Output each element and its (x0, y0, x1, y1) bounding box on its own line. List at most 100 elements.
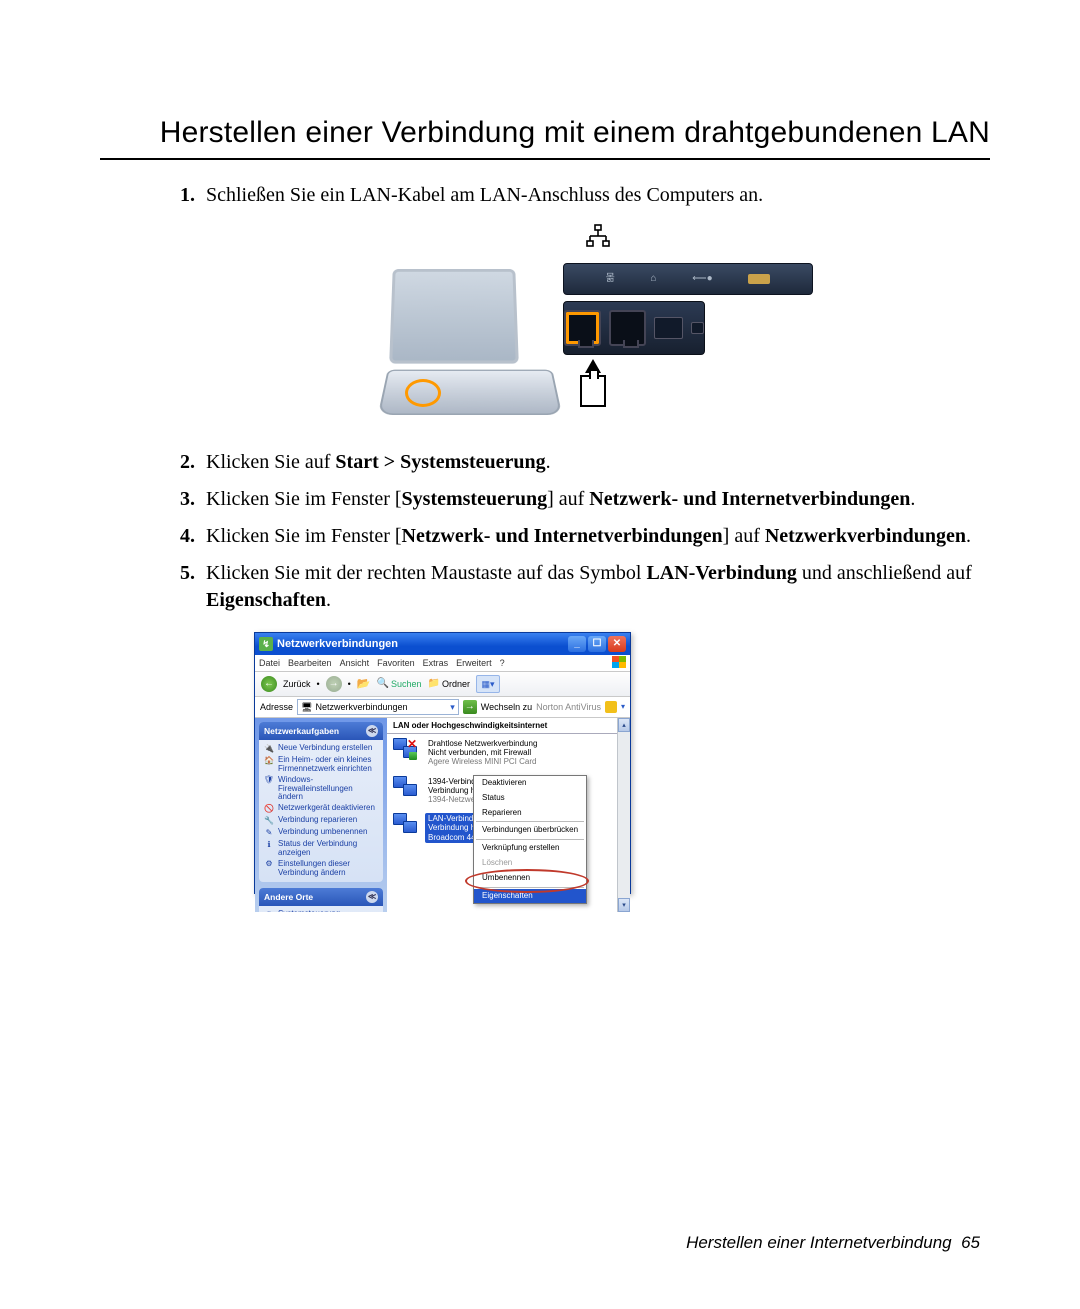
connection-1394-icon (393, 776, 419, 798)
ctx-repair[interactable]: Reparieren (474, 806, 586, 821)
task-settings-label: Einstellungen dieser Verbindung ändern (278, 860, 378, 878)
laptop-illustration (383, 263, 553, 423)
maximize-button[interactable]: ☐ (588, 636, 606, 652)
footer-section: Herstellen einer Internetverbindung (686, 1233, 952, 1252)
panel-other-places-header[interactable]: Andere Orte ≪ (259, 888, 383, 906)
connection-wireless-device: Agere Wireless MINI PCI Card (428, 757, 537, 766)
step-2-pre: Klicken Sie auf (206, 451, 335, 473)
collapse-icon-2[interactable]: ≪ (366, 891, 378, 903)
task-new-connection[interactable]: 🔌Neue Verbindung erstellen (264, 743, 378, 755)
panel-other-places-title: Andere Orte (264, 892, 313, 903)
step-3-t1: Klicken Sie im Fenster [ (206, 488, 402, 510)
address-combo[interactable]: 🖥 Netzwerkverbindungen ▾ (297, 699, 459, 715)
menu-edit[interactable]: Bearbeiten (288, 657, 332, 669)
window-titlebar: ↯ Netzwerkverbindungen _ ☐ ✕ (255, 633, 630, 655)
panel-other-places: Andere Orte ≪ ⚙Systemsteuerung 🌐Netzwerk… (259, 888, 383, 912)
ctx-rename[interactable]: Umbenennen (474, 871, 586, 886)
forward-button[interactable]: → (326, 676, 342, 692)
window-title: Netzwerkverbindungen (277, 637, 398, 652)
instruction-list: Schließen Sie ein LAN-Kabel am LAN-Ansch… (160, 182, 990, 894)
figure-lan-port: 몲 ⌂ ⟵● (206, 223, 990, 423)
step-2: Klicken Sie auf Start > Systemsteuerung. (200, 449, 990, 476)
task-home-network[interactable]: 🏠Ein Heim- oder ein kleines Firmennetzwe… (264, 755, 378, 775)
ctx-shortcut[interactable]: Verknüpfung erstellen (474, 841, 586, 856)
task-rename-label: Verbindung umbenennen (278, 828, 367, 837)
connection-wireless[interactable]: ✕ Drahtlose Netzwerkverbindung Nicht ver… (387, 734, 618, 772)
screenshot-window: ↯ Netzwerkverbindungen _ ☐ ✕ Datei Bearb… (254, 632, 631, 894)
scroll-down-icon[interactable]: ▾ (618, 898, 630, 912)
panel-net-tasks-title: Netzwerkaufgaben (264, 726, 339, 737)
step-2-post: . (546, 451, 551, 473)
scroll-up-icon[interactable]: ▴ (618, 718, 630, 732)
place-controlpanel-label: Systemsteuerung (278, 910, 340, 912)
step-1: Schließen Sie ein LAN-Kabel am LAN-Ansch… (200, 182, 990, 423)
panel-net-tasks-header[interactable]: Netzwerkaufgaben ≪ (259, 722, 383, 740)
document-page: Herstellen einer Verbindung mit einem dr… (0, 0, 1080, 1309)
step-4-t1: Klicken Sie im Fenster [ (206, 525, 402, 547)
ctx-disable[interactable]: Deaktivieren (474, 776, 586, 791)
group-header: LAN oder Hochgeschwindigkeitsinternet (387, 718, 618, 734)
step-3: Klicken Sie im Fenster [Systemsteuerung]… (200, 486, 990, 513)
address-dropdown-icon[interactable]: ▾ (450, 701, 455, 713)
menu-advanced[interactable]: Erweitert (456, 657, 492, 669)
folders-button[interactable]: Ordner (428, 677, 470, 691)
ctx-status[interactable]: Status (474, 791, 586, 806)
back-label: Zurück (283, 678, 311, 690)
menu-favorites[interactable]: Favoriten (377, 657, 415, 669)
back-button[interactable]: ← (261, 676, 277, 692)
step-5-b2: Eigenschaften (206, 589, 326, 611)
title-rule (100, 158, 990, 160)
step-5: Klicken Sie mit der rechten Maustaste au… (200, 560, 990, 894)
step-5-t3: . (326, 589, 331, 611)
connection-lan-icon (393, 813, 419, 835)
page-footer: Herstellen einer Internetverbindung 65 (686, 1233, 980, 1253)
step-4-b2: Netzwerkverbindungen (765, 525, 966, 547)
toolbar: ← Zurück • → • 📂 Suchen Ordner ▦▾ (255, 672, 630, 697)
menu-view[interactable]: Ansicht (340, 657, 370, 669)
close-button[interactable]: ✕ (608, 636, 626, 652)
task-settings[interactable]: ⚙Einstellungen dieser Verbindung ändern (264, 859, 378, 879)
folder-up-icon[interactable]: 📂 (357, 677, 371, 692)
search-button[interactable]: Suchen (377, 677, 422, 691)
address-icon: 🖥 (301, 701, 312, 713)
step-3-b2: Netzwerk- und Internetverbindungen (589, 488, 910, 510)
panel-net-tasks: Netzwerkaufgaben ≪ 🔌Neue Verbindung erst… (259, 722, 383, 882)
task-rename[interactable]: ✎Verbindung umbenennen (264, 827, 378, 839)
step-3-t2: ] auf (547, 488, 589, 510)
step-3-t3: . (910, 488, 915, 510)
scrollbar[interactable]: ▴ ▾ (617, 718, 630, 912)
page-title: Herstellen einer Verbindung mit einem dr… (100, 116, 990, 150)
task-status[interactable]: ℹStatus der Verbindung anzeigen (264, 839, 378, 859)
place-controlpanel[interactable]: ⚙Systemsteuerung (264, 909, 378, 912)
collapse-icon[interactable]: ≪ (366, 725, 378, 737)
lan-symbol-icon (584, 223, 612, 257)
context-menu: Deaktivieren Status Reparieren Verbindun… (473, 775, 587, 904)
menu-file[interactable]: Datei (259, 657, 280, 669)
minimize-button[interactable]: _ (568, 636, 586, 652)
step-4-t3: . (966, 525, 971, 547)
go-button[interactable]: → (463, 700, 477, 714)
step-4-t2: ] auf (723, 525, 765, 547)
window-icon: ↯ (259, 637, 273, 651)
windows-logo-icon (612, 656, 626, 668)
connection-wireless-status: Nicht verbunden, mit Firewall (428, 748, 537, 757)
task-disable[interactable]: 🚫Netzwerkgerät deaktivieren (264, 803, 378, 815)
task-firewall-label: Windows-Firewalleinstellungen ändern (278, 776, 378, 802)
task-firewall[interactable]: 🛡Windows-Firewalleinstellungen ändern (264, 775, 378, 803)
menu-extras[interactable]: Extras (423, 657, 449, 669)
task-repair[interactable]: 🔧Verbindung reparieren (264, 815, 378, 827)
task-new-connection-label: Neue Verbindung erstellen (278, 744, 372, 753)
menubar: Datei Bearbeiten Ansicht Favoriten Extra… (255, 655, 630, 672)
ctx-bridge[interactable]: Verbindungen überbrücken (474, 823, 586, 838)
step-2-bold: Start > Systemsteuerung (335, 451, 545, 473)
menu-help[interactable]: ? (500, 657, 505, 669)
view-button[interactable]: ▦▾ (476, 675, 500, 693)
norton-icon (605, 701, 617, 713)
ctx-properties[interactable]: Eigenschaften (474, 889, 586, 904)
norton-dropdown-icon[interactable]: ▾ (621, 702, 625, 713)
task-disable-label: Netzwerkgerät deaktivieren (278, 804, 375, 813)
address-bar: Adresse 🖥 Netzwerkverbindungen ▾ → Wechs… (255, 697, 630, 718)
ctx-delete[interactable]: Löschen (474, 856, 586, 871)
search-label: Suchen (391, 678, 422, 690)
task-status-label: Status der Verbindung anzeigen (278, 840, 378, 858)
